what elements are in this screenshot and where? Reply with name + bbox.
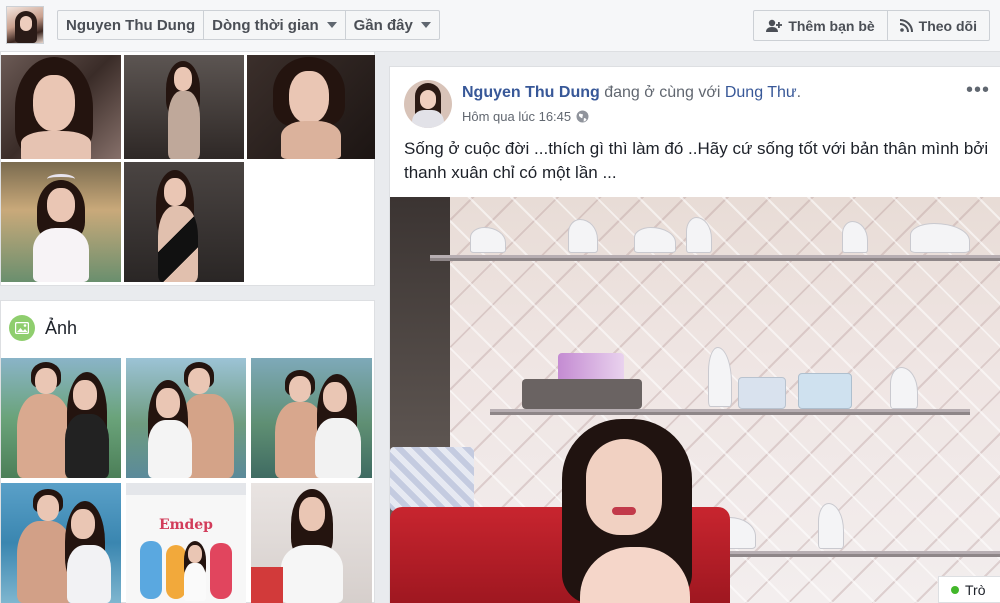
photo-thumb-1[interactable] bbox=[1, 358, 121, 478]
featured-photos-grid bbox=[0, 52, 375, 286]
photos-title: Ảnh bbox=[45, 317, 78, 338]
globe-icon[interactable] bbox=[576, 110, 589, 123]
breadcrumb-timeline-label: Dòng thời gian bbox=[212, 16, 319, 34]
photo-woman-lips bbox=[612, 507, 636, 515]
photo-box bbox=[522, 379, 642, 409]
sofa-decoration bbox=[251, 567, 283, 603]
photo-shelf-bottom bbox=[690, 551, 1000, 557]
profile-actions: Thêm bạn bè Theo dõi bbox=[753, 10, 990, 41]
add-friend-icon bbox=[766, 19, 783, 32]
avatar-face bbox=[420, 90, 436, 109]
breadcrumb-recent-dropdown[interactable]: Gần đây bbox=[346, 11, 439, 39]
post-tagged-person[interactable]: Dung Thư bbox=[725, 84, 797, 101]
follow-label: Theo dõi bbox=[918, 17, 977, 34]
figure-decoration bbox=[210, 543, 232, 599]
photo-thumb-5[interactable]: Emdep bbox=[126, 483, 246, 603]
post-body-text: Sống ở cuộc đời ...thích gì thì làm đó .… bbox=[404, 139, 989, 182]
photo-thumb-2[interactable] bbox=[126, 358, 246, 478]
magazine-title: Emdep bbox=[159, 517, 213, 533]
timeline-post: Nguyen Thu Dung đang ở cùng với Dung Thư… bbox=[389, 66, 1000, 603]
post-meta: Hôm qua lúc 16:45 bbox=[462, 109, 589, 124]
breadcrumb-profile-name-label: Nguyen Thu Dung bbox=[66, 16, 196, 34]
post-header: Nguyen Thu Dung đang ở cùng với Dung Thư… bbox=[462, 84, 801, 102]
breadcrumb-timeline-dropdown[interactable]: Dòng thời gian bbox=[204, 11, 346, 39]
chevron-down-icon bbox=[420, 22, 431, 28]
photos-header[interactable]: Ảnh bbox=[9, 315, 77, 341]
online-status-icon bbox=[951, 585, 959, 594]
avatar-face bbox=[20, 16, 32, 31]
featured-photo-3[interactable] bbox=[247, 55, 375, 159]
photo-thumb-6[interactable] bbox=[251, 483, 372, 603]
photos-icon bbox=[9, 315, 35, 341]
featured-photo-5[interactable] bbox=[124, 162, 244, 282]
photo-woman-face bbox=[586, 439, 662, 535]
crown-decoration bbox=[47, 174, 75, 184]
add-friend-button[interactable]: Thêm bạn bè bbox=[754, 11, 888, 40]
photos-section: Ảnh Emdep bbox=[0, 300, 375, 603]
breadcrumb: Nguyen Thu Dung Dòng thời gian Gần đây bbox=[57, 10, 440, 40]
post-with-text: đang ở cùng với bbox=[604, 84, 721, 101]
profile-avatar-thumbnail[interactable] bbox=[6, 6, 44, 44]
figure-decoration bbox=[166, 545, 186, 599]
post-author-name[interactable]: Nguyen Thu Dung bbox=[462, 84, 600, 101]
post-header-period: . bbox=[796, 84, 802, 101]
profile-header-bar: Nguyen Thu Dung Dòng thời gian Gần đây T… bbox=[0, 0, 1000, 52]
chat-button[interactable]: Trò bbox=[938, 576, 1000, 603]
featured-photo-4[interactable] bbox=[1, 162, 121, 282]
add-friend-label: Thêm bạn bè bbox=[788, 17, 875, 34]
post-options-button[interactable]: ••• bbox=[966, 79, 990, 102]
photo-shelf-middle bbox=[490, 409, 970, 415]
rss-icon bbox=[899, 19, 913, 32]
photo-shelf-top bbox=[430, 255, 1000, 261]
follow-button[interactable]: Theo dõi bbox=[888, 11, 989, 40]
browser-bar bbox=[126, 483, 246, 495]
photo-shopping-bag bbox=[390, 447, 474, 511]
breadcrumb-recent-label: Gần đây bbox=[353, 16, 413, 34]
photo-thumb-4[interactable] bbox=[1, 483, 121, 603]
photo-thumb-3[interactable] bbox=[251, 358, 372, 478]
breadcrumb-profile-name[interactable]: Nguyen Thu Dung bbox=[58, 11, 205, 39]
chevron-down-icon bbox=[326, 22, 337, 28]
figure-decoration bbox=[140, 541, 162, 599]
chat-label: Trò bbox=[965, 581, 986, 598]
photo-handbag bbox=[798, 373, 852, 409]
featured-photo-2[interactable] bbox=[124, 55, 244, 159]
featured-photo-1[interactable] bbox=[1, 55, 121, 159]
avatar-dress bbox=[412, 110, 444, 128]
photo-handbag bbox=[738, 377, 786, 409]
post-author-avatar[interactable] bbox=[404, 80, 452, 128]
post-timestamp[interactable]: Hôm qua lúc 16:45 bbox=[462, 109, 571, 124]
post-photo[interactable] bbox=[390, 197, 1000, 603]
